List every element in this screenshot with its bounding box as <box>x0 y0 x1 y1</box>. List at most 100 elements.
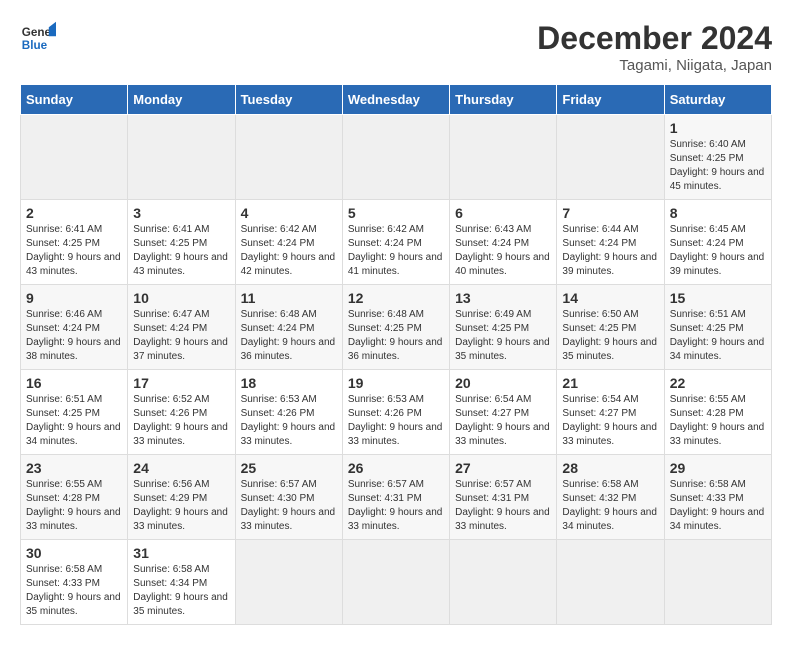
calendar-cell: 9 Sunrise: 6:46 AMSunset: 4:24 PMDayligh… <box>21 285 128 370</box>
title-block: December 2024 Tagami, Niigata, Japan <box>537 20 772 74</box>
calendar-cell: 20 Sunrise: 6:54 AMSunset: 4:27 PMDaylig… <box>450 370 557 455</box>
svg-text:Blue: Blue <box>22 39 48 52</box>
day-number: 7 <box>562 205 658 221</box>
calendar-week-row: 1 Sunrise: 6:40 AMSunset: 4:25 PMDayligh… <box>21 115 772 200</box>
day-number: 6 <box>455 205 551 221</box>
day-info: Sunrise: 6:41 AMSunset: 4:25 PMDaylight:… <box>26 224 121 277</box>
calendar-week-row: 9 Sunrise: 6:46 AMSunset: 4:24 PMDayligh… <box>21 285 772 370</box>
day-number: 8 <box>670 205 766 221</box>
calendar-cell: 14 Sunrise: 6:50 AMSunset: 4:25 PMDaylig… <box>557 285 664 370</box>
day-info: Sunrise: 6:57 AMSunset: 4:31 PMDaylight:… <box>455 479 550 532</box>
calendar-week-row: 2 Sunrise: 6:41 AMSunset: 4:25 PMDayligh… <box>21 200 772 285</box>
day-info: Sunrise: 6:40 AMSunset: 4:25 PMDaylight:… <box>670 139 765 192</box>
calendar-week-row: 16 Sunrise: 6:51 AMSunset: 4:25 PMDaylig… <box>21 370 772 455</box>
calendar-cell <box>235 115 342 200</box>
column-header-friday: Friday <box>557 85 664 115</box>
calendar-cell: 19 Sunrise: 6:53 AMSunset: 4:26 PMDaylig… <box>342 370 449 455</box>
calendar-cell: 3 Sunrise: 6:41 AMSunset: 4:25 PMDayligh… <box>128 200 235 285</box>
calendar-cell: 5 Sunrise: 6:42 AMSunset: 4:24 PMDayligh… <box>342 200 449 285</box>
calendar-cell <box>342 115 449 200</box>
column-header-monday: Monday <box>128 85 235 115</box>
day-info: Sunrise: 6:45 AMSunset: 4:24 PMDaylight:… <box>670 224 765 277</box>
calendar-cell: 6 Sunrise: 6:43 AMSunset: 4:24 PMDayligh… <box>450 200 557 285</box>
day-number: 24 <box>133 460 229 476</box>
calendar-cell: 11 Sunrise: 6:48 AMSunset: 4:24 PMDaylig… <box>235 285 342 370</box>
day-number: 11 <box>241 290 337 306</box>
calendar-cell: 16 Sunrise: 6:51 AMSunset: 4:25 PMDaylig… <box>21 370 128 455</box>
day-info: Sunrise: 6:52 AMSunset: 4:26 PMDaylight:… <box>133 394 228 447</box>
page-header: General Blue December 2024 Tagami, Niiga… <box>20 20 772 74</box>
calendar-cell: 26 Sunrise: 6:57 AMSunset: 4:31 PMDaylig… <box>342 455 449 540</box>
day-info: Sunrise: 6:55 AMSunset: 4:28 PMDaylight:… <box>670 394 765 447</box>
day-number: 4 <box>241 205 337 221</box>
calendar-table: SundayMondayTuesdayWednesdayThursdayFrid… <box>20 84 772 625</box>
day-number: 26 <box>348 460 444 476</box>
column-header-sunday: Sunday <box>21 85 128 115</box>
calendar-cell: 18 Sunrise: 6:53 AMSunset: 4:26 PMDaylig… <box>235 370 342 455</box>
day-info: Sunrise: 6:56 AMSunset: 4:29 PMDaylight:… <box>133 479 228 532</box>
day-number: 1 <box>670 120 766 136</box>
column-header-tuesday: Tuesday <box>235 85 342 115</box>
column-header-thursday: Thursday <box>450 85 557 115</box>
calendar-cell: 8 Sunrise: 6:45 AMSunset: 4:24 PMDayligh… <box>664 200 771 285</box>
calendar-cell <box>450 115 557 200</box>
day-info: Sunrise: 6:57 AMSunset: 4:30 PMDaylight:… <box>241 479 336 532</box>
calendar-cell: 28 Sunrise: 6:58 AMSunset: 4:32 PMDaylig… <box>557 455 664 540</box>
day-number: 17 <box>133 375 229 391</box>
calendar-cell: 4 Sunrise: 6:42 AMSunset: 4:24 PMDayligh… <box>235 200 342 285</box>
day-number: 21 <box>562 375 658 391</box>
day-number: 30 <box>26 545 122 561</box>
day-info: Sunrise: 6:53 AMSunset: 4:26 PMDaylight:… <box>348 394 443 447</box>
day-info: Sunrise: 6:41 AMSunset: 4:25 PMDaylight:… <box>133 224 228 277</box>
calendar-cell: 7 Sunrise: 6:44 AMSunset: 4:24 PMDayligh… <box>557 200 664 285</box>
calendar-cell: 17 Sunrise: 6:52 AMSunset: 4:26 PMDaylig… <box>128 370 235 455</box>
calendar-cell: 13 Sunrise: 6:49 AMSunset: 4:25 PMDaylig… <box>450 285 557 370</box>
day-info: Sunrise: 6:51 AMSunset: 4:25 PMDaylight:… <box>670 309 765 362</box>
main-title: December 2024 <box>537 20 772 57</box>
day-number: 14 <box>562 290 658 306</box>
day-number: 12 <box>348 290 444 306</box>
day-number: 29 <box>670 460 766 476</box>
calendar-cell: 2 Sunrise: 6:41 AMSunset: 4:25 PMDayligh… <box>21 200 128 285</box>
day-info: Sunrise: 6:49 AMSunset: 4:25 PMDaylight:… <box>455 309 550 362</box>
calendar-week-row: 23 Sunrise: 6:55 AMSunset: 4:28 PMDaylig… <box>21 455 772 540</box>
day-number: 9 <box>26 290 122 306</box>
day-info: Sunrise: 6:57 AMSunset: 4:31 PMDaylight:… <box>348 479 443 532</box>
day-info: Sunrise: 6:48 AMSunset: 4:25 PMDaylight:… <box>348 309 443 362</box>
column-header-saturday: Saturday <box>664 85 771 115</box>
day-number: 22 <box>670 375 766 391</box>
calendar-cell: 1 Sunrise: 6:40 AMSunset: 4:25 PMDayligh… <box>664 115 771 200</box>
day-info: Sunrise: 6:47 AMSunset: 4:24 PMDaylight:… <box>133 309 228 362</box>
calendar-cell: 25 Sunrise: 6:57 AMSunset: 4:30 PMDaylig… <box>235 455 342 540</box>
day-number: 31 <box>133 545 229 561</box>
calendar-cell <box>128 115 235 200</box>
day-info: Sunrise: 6:58 AMSunset: 4:33 PMDaylight:… <box>26 564 121 617</box>
day-number: 25 <box>241 460 337 476</box>
day-info: Sunrise: 6:55 AMSunset: 4:28 PMDaylight:… <box>26 479 121 532</box>
day-info: Sunrise: 6:53 AMSunset: 4:26 PMDaylight:… <box>241 394 336 447</box>
day-number: 23 <box>26 460 122 476</box>
day-number: 5 <box>348 205 444 221</box>
day-number: 19 <box>348 375 444 391</box>
day-info: Sunrise: 6:46 AMSunset: 4:24 PMDaylight:… <box>26 309 121 362</box>
calendar-cell: 12 Sunrise: 6:48 AMSunset: 4:25 PMDaylig… <box>342 285 449 370</box>
calendar-cell <box>557 115 664 200</box>
calendar-cell: 21 Sunrise: 6:54 AMSunset: 4:27 PMDaylig… <box>557 370 664 455</box>
day-info: Sunrise: 6:42 AMSunset: 4:24 PMDaylight:… <box>241 224 336 277</box>
day-number: 27 <box>455 460 551 476</box>
logo-icon: General Blue <box>20 20 56 56</box>
calendar-cell: 23 Sunrise: 6:55 AMSunset: 4:28 PMDaylig… <box>21 455 128 540</box>
day-number: 28 <box>562 460 658 476</box>
calendar-cell: 10 Sunrise: 6:47 AMSunset: 4:24 PMDaylig… <box>128 285 235 370</box>
day-info: Sunrise: 6:43 AMSunset: 4:24 PMDaylight:… <box>455 224 550 277</box>
day-number: 18 <box>241 375 337 391</box>
day-number: 2 <box>26 205 122 221</box>
day-info: Sunrise: 6:42 AMSunset: 4:24 PMDaylight:… <box>348 224 443 277</box>
day-info: Sunrise: 6:50 AMSunset: 4:25 PMDaylight:… <box>562 309 657 362</box>
day-number: 16 <box>26 375 122 391</box>
day-number: 10 <box>133 290 229 306</box>
day-info: Sunrise: 6:54 AMSunset: 4:27 PMDaylight:… <box>455 394 550 447</box>
day-info: Sunrise: 6:51 AMSunset: 4:25 PMDaylight:… <box>26 394 121 447</box>
calendar-cell: 27 Sunrise: 6:57 AMSunset: 4:31 PMDaylig… <box>450 455 557 540</box>
day-info: Sunrise: 6:54 AMSunset: 4:27 PMDaylight:… <box>562 394 657 447</box>
